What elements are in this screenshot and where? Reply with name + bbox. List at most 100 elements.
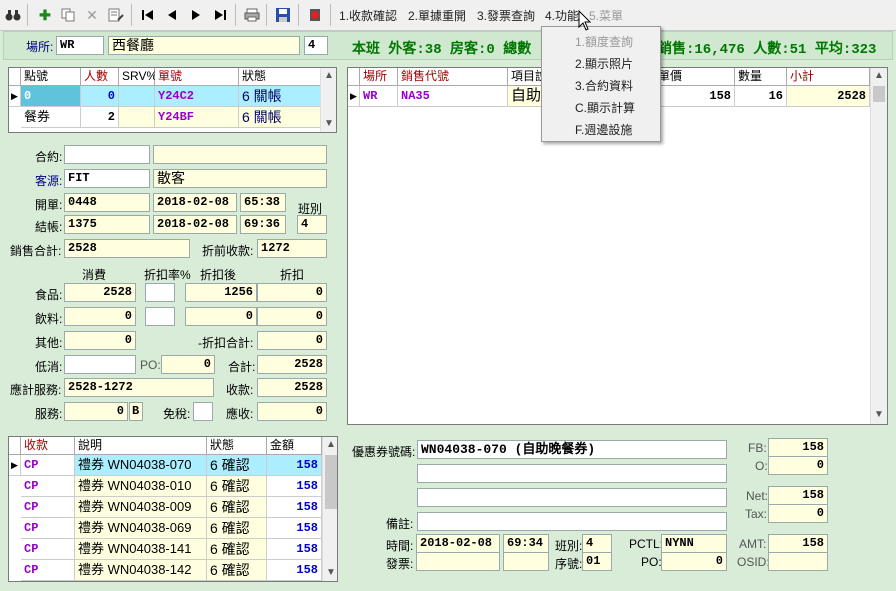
col-header-sales-code[interactable]: 銷售代號 (398, 68, 508, 86)
tables-scrollbar[interactable]: ▲ ▼ (320, 68, 336, 132)
service-calc-field: 2528-1272 (64, 378, 214, 397)
fb-label: FB: (748, 441, 767, 455)
source-field[interactable]: FIT (64, 169, 150, 188)
voucher-date-field: 2018-02-08 (416, 534, 500, 553)
menu-item-credit-query[interactable]: 1.額度查詢 (575, 33, 633, 50)
menu-dishes[interactable]: 5.菜單 (589, 7, 623, 24)
minimum-field[interactable] (64, 355, 136, 374)
copy-icon[interactable] (58, 5, 78, 25)
discount-rate-header: 折扣率% (144, 268, 191, 282)
o-field: 0 (768, 456, 828, 475)
note-field[interactable] (417, 512, 727, 531)
voucher-po-label: PO: (641, 555, 662, 569)
exit-icon[interactable] (305, 5, 325, 25)
voucher-code-label: 優惠券號碼: (352, 445, 416, 459)
menu-functions[interactable]: 4.功能 (545, 7, 579, 24)
food-field: 2528 (64, 283, 136, 302)
items-scrollbar[interactable]: ▲ ▼ (870, 68, 887, 424)
add-icon[interactable]: ✚ (35, 5, 55, 25)
tax-field: 0 (768, 504, 828, 523)
col-header-srv[interactable]: SRV% (119, 68, 157, 86)
col-header-description[interactable]: 說明 (75, 437, 207, 455)
col-header-amount[interactable]: 金額 (267, 437, 322, 455)
discount-header: 折扣 (280, 268, 305, 282)
invoice-field (416, 552, 500, 571)
form-shift-field: 4 (297, 215, 327, 234)
voucher-shift-label: 班別: (555, 539, 583, 553)
next-record-icon[interactable] (186, 5, 206, 25)
payments-grid[interactable]: 收款 說明 狀態 金額 ▶ CP 禮券 WN04038-070 6 確認 158… (8, 436, 338, 582)
menu-invoice-query[interactable]: 3.發票查詢 (477, 7, 535, 24)
close-date-field: 2018-02-08 (153, 215, 237, 234)
voucher-time-field: 69:34 (503, 534, 549, 553)
open-time-field: 65:38 (240, 193, 286, 212)
contract-field[interactable] (64, 145, 150, 164)
food-after-field: 1256 (185, 283, 257, 302)
other-label: 其他: (35, 336, 63, 350)
mouse-cursor-icon (578, 10, 592, 31)
col-header-table-no[interactable]: 點號 (21, 68, 81, 86)
venue-code-field[interactable]: WR (56, 36, 104, 55)
col-header-payment[interactable]: 收款 (21, 437, 75, 455)
drink-rate-field[interactable] (145, 307, 175, 326)
drink-field: 0 (64, 307, 136, 326)
payments-scrollbar[interactable]: ▲ ▼ (322, 437, 337, 581)
menu-item-contract-info[interactable]: 3.合約資料 (575, 77, 633, 94)
delete-icon[interactable]: ✕ (82, 5, 102, 25)
last-record-icon[interactable] (210, 5, 230, 25)
drink-discount-field: 0 (257, 307, 327, 326)
amt-label: AMT: (739, 537, 767, 551)
menu-item-facilities[interactable]: F.週邊設施 (575, 121, 632, 138)
menu-payment-confirm[interactable]: 1.收款確認 (339, 7, 397, 24)
after-discount-header: 折扣後 (200, 268, 237, 282)
drink-after-field: 0 (185, 307, 257, 326)
voucher-line2-field[interactable] (417, 464, 727, 483)
edit-list-icon[interactable] (106, 5, 126, 25)
save-icon[interactable] (273, 5, 293, 25)
po-label: PO: (140, 358, 161, 372)
receipt-label: 收款: (226, 383, 254, 397)
voucher-po-field: 0 (661, 552, 727, 571)
menu-item-show-photo[interactable]: 2.顯示照片 (575, 55, 633, 72)
menu-reopen[interactable]: 2.單據重開 (408, 7, 466, 24)
open-label: 開單: (35, 198, 63, 212)
col-header-subtotal[interactable]: 小計 (787, 68, 870, 86)
functions-dropdown: 1.額度查詢 2.顯示照片 3.合約資料 C.顯示計算 F.週邊設施 (541, 26, 661, 142)
food-rate-field[interactable] (145, 283, 175, 302)
service-field: 0 (64, 402, 128, 421)
col-header-pax[interactable]: 人數 (81, 68, 119, 86)
tax-free-field[interactable] (193, 402, 213, 421)
tables-grid[interactable]: 點號 人數 SRV% 單號 狀態 ▶ 0 0 Y24C2 6 關帳 餐券 2 Y… (8, 67, 337, 133)
open-date-field: 2018-02-08 (153, 193, 237, 212)
open-no-field: 0448 (64, 193, 150, 212)
print-icon[interactable] (242, 5, 262, 25)
binoculars-icon[interactable] (3, 5, 23, 25)
menu-item-show-calc[interactable]: C.顯示計算 (575, 99, 635, 116)
col-header-pay-status[interactable]: 狀態 (207, 437, 267, 455)
summary-left: 本班 外客:38 房客:0 總數 (352, 42, 532, 58)
col-header-status[interactable]: 狀態 (239, 68, 321, 86)
first-record-icon[interactable] (138, 5, 158, 25)
seq-label: 序號: (555, 557, 583, 571)
discount-total-label: -折扣合計: (198, 336, 254, 350)
other-field: 0 (64, 331, 136, 350)
total-field: 2528 (257, 355, 327, 374)
row-pointer-icon: ▶ (9, 86, 21, 107)
col-header-price[interactable]: 單價 (655, 68, 735, 86)
contract-label: 合約: (35, 150, 63, 164)
col-header-check[interactable]: 單號 (155, 68, 239, 86)
source-name-field: 散客 (153, 169, 327, 188)
voucher-code-field[interactable]: WN04038-070 (自助晚餐券) (417, 440, 727, 459)
invoice-label: 發票: (386, 557, 414, 571)
scroll-down-icon: ▼ (326, 567, 336, 578)
col-header-qty[interactable]: 數量 (735, 68, 787, 86)
pctl-field: NYNN (661, 534, 727, 553)
receivable-field: 0 (257, 402, 327, 421)
prev-record-icon[interactable] (162, 5, 182, 25)
shift-field[interactable]: 4 (304, 36, 328, 55)
col-header-venue[interactable]: 場所 (360, 68, 398, 86)
pre-discount-field: 1272 (257, 239, 327, 258)
drink-label: 飲料: (35, 312, 63, 326)
voucher-line3-field[interactable] (417, 488, 727, 507)
summary-right: 銷售:16,476 人數:51 平均:323 (658, 42, 877, 58)
